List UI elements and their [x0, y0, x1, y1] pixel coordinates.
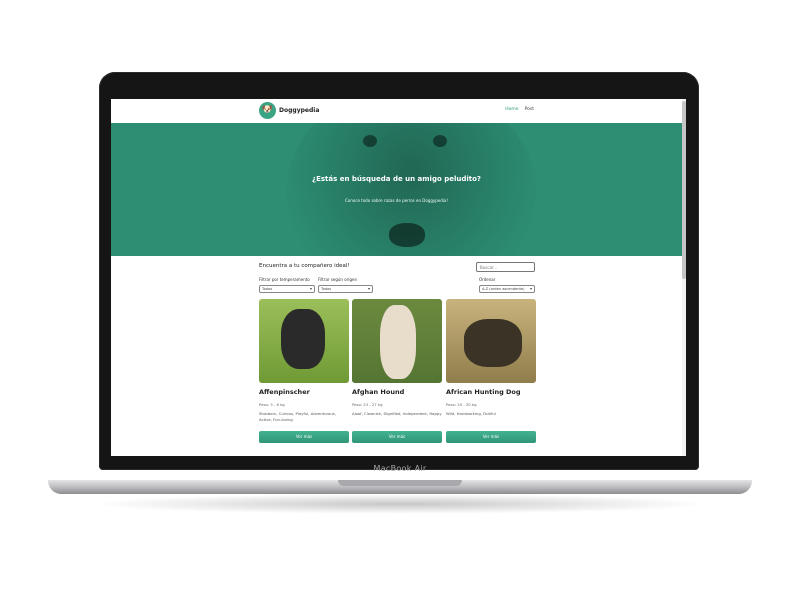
search-input[interactable]: Buscar... [476, 262, 535, 272]
hero-subtitle: Conoce todo sobre razas de perros en Dog… [345, 198, 448, 203]
origin-select[interactable]: Todos [318, 285, 373, 293]
logo-dog-icon[interactable]: 🐶 [259, 102, 276, 119]
filter-section-title: Encuentra a tu compañero ideal! [259, 263, 350, 269]
breed-temperament: Stubborn, Curious, Playful, Adventurous,… [259, 411, 336, 422]
origin-filter-label: Filtrar según origen [318, 277, 357, 282]
dog-silhouette [380, 305, 416, 379]
laptop-mockup: 🐶 Doggypedia Home Post ¿Estás en búsqued… [0, 0, 800, 600]
browser-viewport: 🐶 Doggypedia Home Post ¿Estás en búsqued… [111, 99, 686, 456]
laptop-notch [338, 480, 462, 486]
breed-card: Affenpinscher Peso: 3 - 6 kg Stubborn, C… [259, 299, 349, 449]
device-brand-label: MacBook Air [373, 464, 427, 473]
breed-weight: Peso: 23 - 27 kg [352, 402, 383, 407]
hero-banner: ¿Estás en búsqueda de un amigo peludito?… [111, 123, 682, 256]
breed-photo[interactable] [259, 299, 349, 383]
breed-temperament: Wild, Hardworking, Dutiful [446, 411, 496, 416]
breed-weight: Peso: 3 - 6 kg [259, 402, 285, 407]
breed-photo[interactable] [352, 299, 442, 383]
see-more-button[interactable]: Ver más [259, 431, 349, 443]
temperament-select[interactable]: Todos [259, 285, 315, 293]
dog-eye [363, 135, 377, 147]
see-more-button[interactable]: Ver más [352, 431, 442, 443]
breed-name: Afghan Hound [352, 388, 405, 396]
hero-title: ¿Estás en búsqueda de un amigo peludito? [312, 175, 481, 183]
laptop-shadow [90, 494, 710, 514]
dog-silhouette [464, 319, 522, 367]
order-label: Ordenar [479, 277, 496, 282]
dog-silhouette [281, 309, 325, 369]
navbar: 🐶 Doggypedia Home Post [111, 99, 686, 123]
scrollbar[interactable] [682, 99, 686, 456]
dog-eye [433, 135, 447, 147]
breed-card: Afghan Hound Peso: 23 - 27 kg Aloof, Clo… [352, 299, 442, 449]
breed-temperament: Aloof, Clownish, Dignified, Independent,… [352, 411, 442, 416]
nav-link-home[interactable]: Home [505, 107, 518, 112]
breed-photo[interactable] [446, 299, 536, 383]
order-select[interactable]: A-Z (orden ascendente) [479, 285, 535, 293]
breed-name: Affenpinscher [259, 388, 310, 396]
nav-link-post[interactable]: Post [525, 107, 534, 112]
breed-name: African Hunting Dog [446, 388, 521, 396]
nav-links: Home Post [505, 107, 534, 112]
dog-nose [389, 223, 425, 247]
see-more-button[interactable]: Ver más [446, 431, 536, 443]
breed-card: African Hunting Dog Peso: 20 - 30 kg Wil… [446, 299, 536, 449]
breed-weight: Peso: 20 - 30 kg [446, 402, 477, 407]
site-name[interactable]: Doggypedia [279, 107, 319, 114]
scrollbar-thumb[interactable] [682, 101, 686, 279]
temperament-filter-label: Filtrar por temperamento [259, 277, 310, 282]
